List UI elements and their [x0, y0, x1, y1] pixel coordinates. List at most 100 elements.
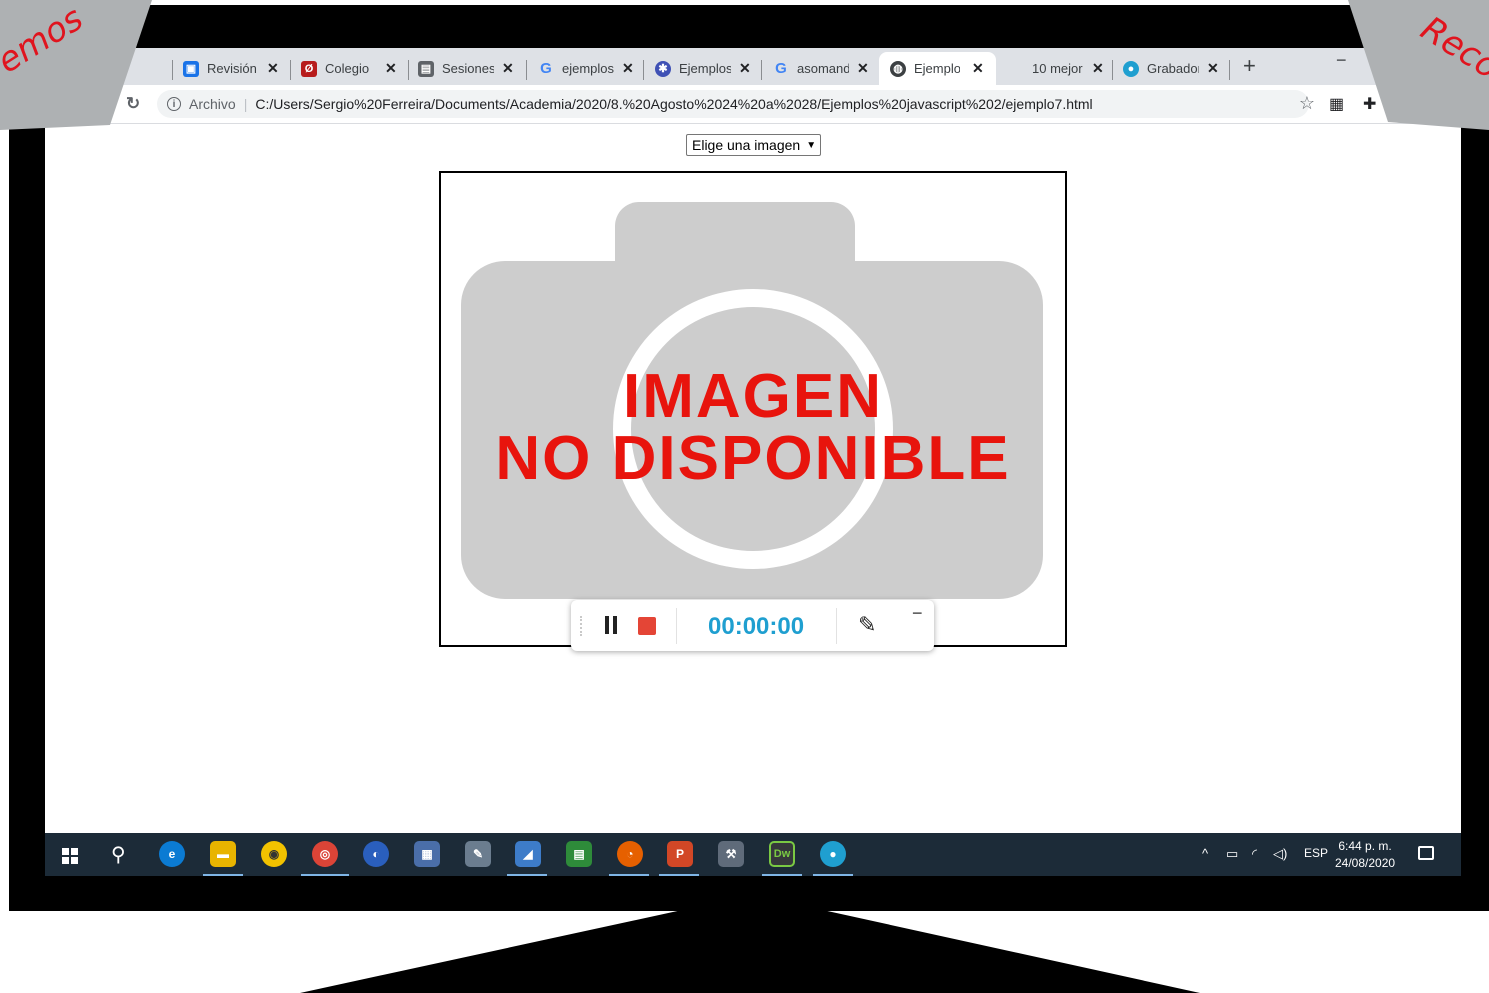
active-app-indicator: [762, 874, 802, 876]
address-bar[interactable]: i Archivo | C:/Users/Sergio%20Ferreira/D…: [157, 90, 1315, 118]
pause-icon[interactable]: [605, 616, 617, 634]
divider: [676, 608, 677, 644]
recording-timer: 00:00:00: [708, 613, 805, 640]
tab-title: Colegio: [325, 61, 370, 76]
bookmark-star-icon[interactable]: ☆: [1299, 93, 1315, 114]
tab-6[interactable]: ✱ Ejemplos ✕: [655, 52, 751, 85]
tab-close-icon[interactable]: ✕: [857, 60, 869, 77]
battery-icon[interactable]: ▭: [1226, 846, 1238, 862]
new-tab-button[interactable]: +: [1243, 53, 1256, 79]
tab-close-icon[interactable]: ✕: [502, 60, 514, 77]
clock-date: 24/08/2020: [1335, 856, 1396, 870]
tab-title: ejemplos: [562, 61, 614, 76]
tab-close-icon[interactable]: ✕: [972, 60, 984, 77]
chrome-icon[interactable]: ◎: [312, 841, 338, 867]
language-indicator[interactable]: ESP: [1304, 846, 1328, 860]
tab-separator: [643, 60, 644, 80]
tab-7[interactable]: G asomand ✕: [773, 52, 869, 85]
screen-recorder-toolbar: 00:00:00 ✎ −: [571, 600, 934, 651]
monitor-stand: [300, 905, 1200, 993]
active-app-indicator: [813, 874, 853, 876]
recorder-icon: ●: [1123, 60, 1139, 77]
tools-icon[interactable]: ⚒: [718, 841, 744, 867]
media-player-icon[interactable]: ◉: [261, 841, 287, 867]
tab-separator: [526, 60, 527, 80]
tab-title: Grabador: [1147, 61, 1199, 76]
clock-time: 6:44 p. m.: [1338, 839, 1392, 853]
clock[interactable]: 6:44 p. m. 24/08/2020: [1335, 838, 1395, 872]
notes-icon[interactable]: ◢: [515, 841, 541, 867]
tab-title: Ejemplos: [679, 61, 731, 76]
tab-close-icon[interactable]: ✕: [622, 60, 634, 77]
tab-2[interactable]: ▣ Revisión ✕: [183, 52, 279, 85]
minimize-icon[interactable]: −: [912, 603, 923, 624]
image-select-value: Elige una imagen: [692, 137, 801, 153]
tab-close-icon[interactable]: ✕: [1207, 60, 1219, 77]
browser-toolbar: ← → ↻ i Archivo | C:/Users/Sergio%20Ferr…: [45, 85, 1461, 124]
recorder-icon[interactable]: ●: [820, 841, 846, 867]
wifi-icon[interactable]: ◜: [1252, 846, 1257, 862]
tab-separator: [172, 60, 173, 80]
firefox-icon[interactable]: ◔: [617, 841, 643, 867]
tab-separator: [290, 60, 291, 80]
tab-title: 10 mejor: [1032, 61, 1083, 76]
address-url[interactable]: C:/Users/Sergio%20Ferreira/Documents/Aca…: [255, 96, 1092, 112]
edge-icon[interactable]: e: [159, 841, 185, 867]
active-app-indicator: [507, 874, 547, 876]
image-select[interactable]: Elige una imagen ▼: [686, 134, 822, 156]
drag-handle[interactable]: [580, 616, 585, 636]
tab-title: asomand: [797, 61, 849, 76]
calculator-icon[interactable]: ▦: [414, 841, 440, 867]
pen-icon[interactable]: ✎: [858, 612, 876, 638]
active-app-indicator: [609, 874, 649, 876]
speaker-icon[interactable]: ◁): [1273, 846, 1287, 862]
paint-icon[interactable]: ✎: [465, 841, 491, 867]
tab-separator: [1112, 60, 1113, 80]
sessions-icon: ▤: [418, 60, 434, 77]
tab-separator: [761, 60, 762, 80]
divider: [836, 608, 837, 644]
settings-icon: ✱: [655, 60, 671, 77]
app-icon[interactable]: ◐: [363, 841, 389, 867]
notification-icon[interactable]: [1418, 846, 1434, 860]
active-app-indicator: [301, 874, 349, 876]
file-explorer-icon[interactable]: ▬: [210, 841, 236, 867]
active-app-indicator: [659, 874, 699, 876]
tab-9[interactable]: 10 mejor ✕: [1032, 52, 1104, 85]
tab-active[interactable]: ◍ Ejemplo ✕: [879, 52, 996, 85]
taskbar: ⚲ e ▬ ◉ ◎ ◐ ▦ ✎ ◢ ▤ ◔ P ⚒ Dw ● ^ ▭ ◜ ◁) …: [45, 833, 1461, 876]
powerpoint-icon[interactable]: P: [667, 841, 693, 867]
info-icon[interactable]: i: [167, 97, 181, 111]
tab-10[interactable]: ● Grabador ✕: [1123, 52, 1219, 85]
dreamweaver-icon[interactable]: Dw: [769, 841, 795, 867]
tab-close-icon[interactable]: ✕: [267, 60, 279, 77]
spreadsheet-icon[interactable]: ▤: [566, 841, 592, 867]
tab-5[interactable]: G ejemplos ✕: [538, 52, 634, 85]
active-app-indicator: [203, 874, 243, 876]
google-icon: G: [540, 60, 552, 77]
globe-icon: ◍: [890, 60, 906, 77]
tab-title: Sesiones: [442, 61, 494, 76]
screen: ✕ ▣ Revisión ✕ Ø Colegio ✕ ▤ Sesiones ✕ …: [45, 48, 1461, 876]
tab-title: Revisión: [207, 61, 257, 76]
tab-close-icon[interactable]: ✕: [1092, 60, 1104, 77]
unavailable-heading: IMAGEN: [623, 362, 883, 431]
classroom-icon: ▣: [183, 60, 199, 77]
tab-close-icon[interactable]: ✕: [385, 60, 397, 77]
google-icon: G: [775, 60, 787, 77]
tab-4[interactable]: ▤ Sesiones ✕: [418, 52, 514, 85]
unavailable-subheading: NO DISPONIBLE: [495, 424, 1011, 493]
tab-strip: ✕ ▣ Revisión ✕ Ø Colegio ✕ ▤ Sesiones ✕ …: [45, 48, 1461, 85]
address-divider: |: [243, 96, 248, 112]
tab-title: Ejemplo: [914, 61, 960, 76]
stop-icon[interactable]: [638, 617, 656, 635]
search-icon[interactable]: ⚲: [111, 842, 126, 867]
chevron-down-icon: ▼: [806, 139, 817, 151]
tab-3[interactable]: Ø Colegio ✕: [301, 52, 397, 85]
tab-separator: [1229, 60, 1230, 80]
chevron-up-icon[interactable]: ^: [1202, 846, 1208, 861]
image-frame: IMAGEN NO DISPONIBLE: [439, 171, 1067, 647]
windows-start-icon[interactable]: [62, 848, 78, 864]
tab-separator: [408, 60, 409, 80]
tab-close-icon[interactable]: ✕: [739, 60, 751, 77]
